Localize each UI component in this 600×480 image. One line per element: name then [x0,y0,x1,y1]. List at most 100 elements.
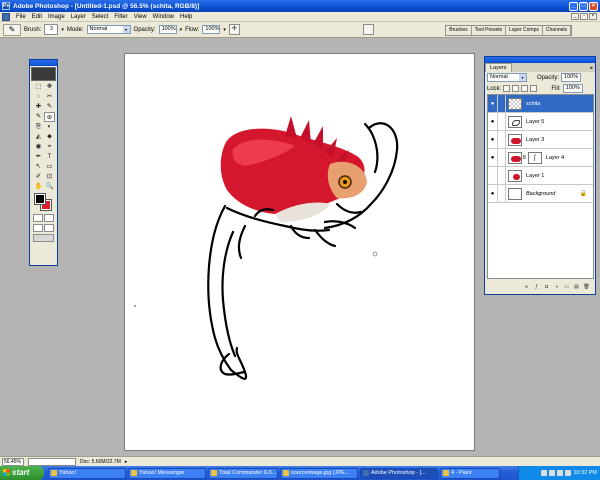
type-tool-icon[interactable]: T [44,152,55,162]
brush-picker[interactable]: 3 [44,24,59,35]
flow-field[interactable]: 100% [202,25,221,34]
task-total-commander[interactable]: Total Commander 6.0... [208,467,278,479]
clone-stamp-tool-icon[interactable]: ⎘ [33,122,44,132]
new-layer-icon[interactable]: ▤ [573,284,580,291]
opacity-slider-icon[interactable]: ▾ [180,27,183,33]
layer-style-icon[interactable]: ƒ [533,284,540,291]
layer-link-cell[interactable] [498,94,506,113]
lock-position-icon[interactable] [521,85,529,92]
lock-all-icon[interactable] [530,85,538,92]
eye-icon[interactable]: ● [488,112,498,131]
layer-link-cell[interactable] [498,148,506,167]
opacity-field[interactable]: 100% [158,25,177,34]
layer-row-layer-4[interactable]: ● 8 ʃ Layer 4 [488,148,593,167]
lasso-tool-icon[interactable]: ◌ [33,92,44,102]
healing-brush-tool-icon[interactable]: ✎ [33,112,44,122]
brush-dropdown-icon[interactable]: ▾ [61,27,64,33]
layer-row-schita[interactable]: ● schita [488,94,593,113]
menu-view[interactable]: View [131,12,150,22]
jump-to-imageready-button[interactable] [33,234,54,242]
layer-row-background[interactable]: ● Background 🔒 [488,184,593,203]
notes-tool-icon[interactable]: ✐ [33,172,44,182]
task-paint[interactable]: 4 - Paint [440,467,500,479]
blur-tool-icon[interactable]: ◉ [33,142,44,152]
palette-well-tab-tool-presets[interactable]: Tool Presets [471,26,507,35]
toolbox-title-bar[interactable] [30,60,57,66]
menu-file[interactable]: File [13,12,29,22]
full-screen-mode-button[interactable] [44,224,54,232]
crop-tool-icon[interactable]: ✚ [33,102,44,112]
tray-icon[interactable] [549,470,556,476]
mode-select[interactable]: Normal ▾ [86,25,131,34]
document-minimize-button[interactable]: _ [571,13,579,20]
status-menu-icon[interactable]: ▸ [125,459,128,465]
blend-mode-select[interactable]: Normal ▾ [487,73,527,82]
eye-icon[interactable]: ● [488,94,498,113]
layer-row-layer-1[interactable]: Layer 1 [488,166,593,185]
menu-help[interactable]: Help [177,12,195,22]
menu-window[interactable]: Window [150,12,177,22]
lock-transparency-icon[interactable] [503,85,511,92]
brush-tool-icon[interactable]: ⊕ [44,112,55,122]
file-browser-icon[interactable] [362,24,374,35]
eye-icon[interactable]: ● [488,184,498,203]
task-yahoo[interactable]: Yahoo! [48,467,126,479]
tray-icon[interactable] [565,470,572,476]
task-yahoo-messenger[interactable]: Yahoo! Messenger [128,467,206,479]
layer-link-cell[interactable] [498,166,506,185]
document-close-button[interactable]: × [589,13,597,20]
tab-layers[interactable]: Layers [485,63,512,72]
adjustment-layer-icon[interactable]: ◑ [553,284,560,291]
eraser-tool-icon[interactable]: ◭ [33,132,44,142]
clock[interactable]: 10:32 PM [573,470,597,476]
lock-pixels-icon[interactable] [512,85,520,92]
menu-layer[interactable]: Layer [68,12,89,22]
pen-tool-icon[interactable]: ↖ [33,162,44,172]
marquee-tool-icon[interactable]: ⬚ [33,82,44,92]
layer-link-cell[interactable] [498,184,506,203]
menu-select[interactable]: Select [89,12,112,22]
add-mask-icon[interactable]: ◘ [543,284,550,291]
dodge-tool-icon[interactable]: ⌖ [44,142,55,152]
trash-icon[interactable]: 🗑 [583,284,590,291]
fill-field[interactable]: 100% [562,84,583,93]
eye-icon[interactable]: ● [488,148,498,167]
layer-mask-thumbnail[interactable]: ʃ [527,151,542,164]
shape-tool-icon[interactable]: ▭ [44,162,55,172]
task-adobe-photoshop[interactable]: Adobe Photoshop - [... [360,467,438,479]
magic-wand-tool-icon[interactable]: ✂ [44,92,55,102]
adobe-online-icon[interactable] [31,67,56,81]
maximize-button[interactable]: □ [579,1,588,11]
palette-well-tab-brushes[interactable]: Brushes [446,26,472,35]
foreground-color-swatch[interactable] [34,193,46,205]
menu-image[interactable]: Image [45,12,68,22]
window-title-bar[interactable]: Ps Adobe Photoshop - [Untitled-1.psd @ 5… [0,0,600,12]
palette-menu-icon[interactable]: ▸ [590,64,593,72]
eyedropper-tool-icon[interactable]: ⊡ [44,172,55,182]
close-button[interactable]: × [589,1,598,11]
move-tool-icon[interactable]: ✥ [44,82,55,92]
standard-mode-button[interactable] [33,214,43,222]
layer-opacity-field[interactable]: 100% [561,73,582,82]
eye-icon-hidden[interactable] [488,166,498,185]
document-canvas[interactable] [124,53,475,451]
gradient-tool-icon[interactable]: ⬥ [44,132,55,142]
path-selection-tool-icon[interactable]: ✒ [33,152,44,162]
layer-link-cell[interactable] [498,112,506,131]
menu-filter[interactable]: Filter [111,12,130,22]
palette-well-tab-channels[interactable]: Channels [542,26,571,35]
document-restore-button[interactable]: ▫ [580,13,588,20]
layer-row-layer-5[interactable]: ● Layer 5 [488,112,593,131]
task-sourceimage[interactable]: sourceimage.jpg (JPE... [280,467,358,479]
layer-link-cell[interactable] [498,130,506,149]
new-group-icon[interactable]: ▭ [563,284,570,291]
history-brush-tool-icon[interactable]: ◐ [44,122,55,132]
tray-icon[interactable] [541,470,548,476]
document-menu-icon[interactable] [2,12,10,21]
airbrush-icon[interactable]: ✢ [228,24,240,35]
slice-tool-icon[interactable]: ✎ [44,102,55,112]
eye-icon[interactable]: ● [488,130,498,149]
tray-icon[interactable] [557,470,564,476]
palette-well-tab-layer-comps[interactable]: Layer Comps [506,26,543,35]
tool-preset-picker[interactable]: ✎ [3,23,21,36]
